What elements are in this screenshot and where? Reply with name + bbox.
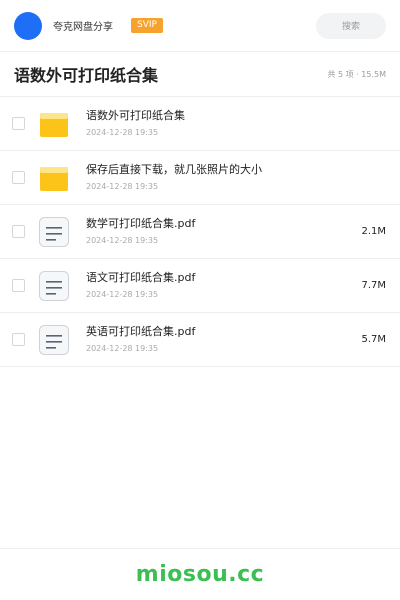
search-placeholder: 搜索 (341, 22, 360, 32)
footer: miosou.cc (0, 548, 400, 600)
file-size: 5.7M (361, 334, 386, 345)
vip-badge: SVIP (131, 18, 163, 33)
document-icon (39, 324, 69, 355)
username: 夸克网盘分享 (53, 22, 113, 33)
file-date: 2024-12-28 19:35 (86, 128, 159, 137)
file-date: 2024-12-28 19:35 (86, 236, 159, 245)
file-name: 语文可打印纸合集.pdf (86, 271, 196, 284)
row-checkbox[interactable] (12, 333, 25, 346)
brand-watermark: miosou.cc (135, 562, 265, 587)
file-row[interactable]: 语文可打印纸合集.pdf 2024-12-28 19:35 7.7M (0, 259, 400, 313)
top-bar: 夸克网盘分享 SVIP 搜索 (0, 0, 400, 52)
file-date: 2024-12-28 19:35 (86, 344, 159, 353)
folder-header: 语数外可打印纸合集 共 5 项 · 15.5M (0, 52, 400, 97)
file-row[interactable]: 数学可打印纸合集.pdf 2024-12-28 19:35 2.1M (0, 205, 400, 259)
row-checkbox[interactable] (12, 117, 25, 130)
folder-summary: 共 5 项 · 15.5M (327, 69, 386, 79)
folder-icon (40, 166, 68, 191)
file-row[interactable]: 语数外可打印纸合集 2024-12-28 19:35 (0, 97, 400, 151)
page-title: 语数外可打印纸合集 (14, 66, 159, 85)
file-size: 7.7M (361, 280, 386, 291)
file-name: 语数外可打印纸合集 (86, 109, 185, 122)
folder-icon (40, 112, 68, 137)
avatar[interactable] (14, 11, 42, 40)
file-name: 英语可打印纸合集.pdf (86, 325, 196, 338)
file-name: 保存后直接下载，就几张照片的大小 (86, 163, 262, 176)
file-date: 2024-12-28 19:35 (86, 182, 159, 191)
row-checkbox[interactable] (12, 279, 25, 292)
file-date: 2024-12-28 19:35 (86, 290, 159, 299)
search-box[interactable]: 搜索 (316, 12, 386, 39)
document-icon (39, 270, 69, 301)
row-checkbox[interactable] (12, 225, 25, 238)
file-list: 语数外可打印纸合集 2024-12-28 19:35 保存后直接下载，就几张照片… (0, 97, 400, 367)
file-row[interactable]: 保存后直接下载，就几张照片的大小 2024-12-28 19:35 (0, 151, 400, 205)
file-row[interactable]: 英语可打印纸合集.pdf 2024-12-28 19:35 5.7M (0, 313, 400, 367)
row-checkbox[interactable] (12, 171, 25, 184)
document-icon (39, 216, 69, 247)
file-name: 数学可打印纸合集.pdf (86, 217, 196, 230)
file-size: 2.1M (361, 226, 386, 237)
